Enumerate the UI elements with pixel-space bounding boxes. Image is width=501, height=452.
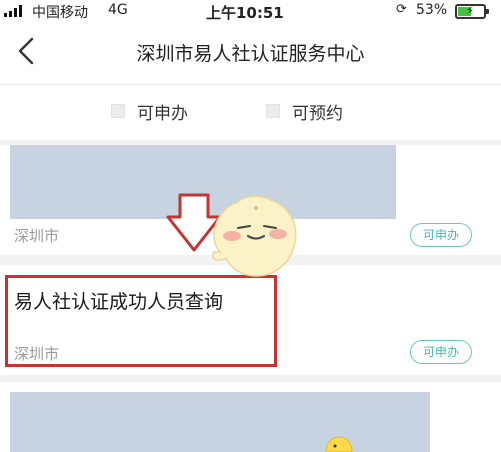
filter-can-book-label: 可预约 bbox=[292, 103, 343, 124]
battery-percent: 53% bbox=[416, 2, 448, 18]
checkbox-can-apply[interactable] bbox=[111, 104, 125, 118]
chick-sticker-icon bbox=[325, 436, 353, 452]
battery-icon: ⚡ bbox=[455, 4, 489, 19]
charging-bolt-icon: ⚡ bbox=[466, 4, 474, 17]
filter-can-apply[interactable]: 可申办 bbox=[111, 99, 188, 124]
carrier-label: 中国移动 bbox=[32, 5, 88, 21]
card-3-banner-image bbox=[10, 392, 430, 452]
status-bar: 中国移动 4G 上午10:51 ⟳ 53% ⚡ bbox=[0, 0, 501, 24]
service-card-3[interactable] bbox=[0, 382, 501, 452]
card-2-city: 深圳市 bbox=[14, 345, 60, 363]
checkbox-can-book[interactable] bbox=[266, 104, 280, 118]
network-label: 4G bbox=[108, 2, 128, 18]
card-2-title[interactable]: 易人社认证成功人员查询 bbox=[14, 287, 223, 314]
page-title: 深圳市易人社认证服务中心 bbox=[136, 43, 365, 65]
nav-bar: 深圳市易人社认证服务中心 bbox=[0, 24, 501, 84]
filter-can-apply-label: 可申办 bbox=[137, 103, 188, 124]
orientation-lock-icon: ⟳ bbox=[396, 2, 407, 17]
card-1-tag[interactable]: 可申办 bbox=[410, 223, 472, 247]
clock: 上午10:51 bbox=[206, 4, 284, 22]
filter-can-book[interactable]: 可预约 bbox=[266, 99, 343, 124]
filter-bar: 可申办 可预约 bbox=[0, 84, 501, 140]
card-2-tag[interactable]: 可申办 bbox=[410, 340, 472, 364]
signal-icon bbox=[4, 5, 28, 17]
mascot-sticker-icon bbox=[212, 195, 297, 277]
service-card-2[interactable]: 易人社认证成功人员查询 深圳市 可申办 bbox=[0, 265, 501, 375]
card-1-city: 深圳市 bbox=[14, 227, 60, 245]
